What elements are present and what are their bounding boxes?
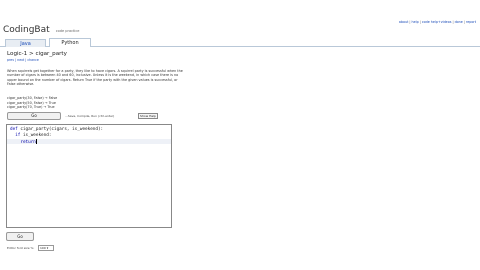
code-keyword: return bbox=[20, 139, 36, 145]
breadcrumb: prev | next | chance bbox=[7, 58, 39, 62]
brand[interactable]: CodingBat code practice bbox=[3, 17, 79, 36]
code-text: is_weekend: bbox=[22, 133, 52, 138]
problem-title: Logic-1 > cigar_party bbox=[7, 51, 67, 57]
code-keyword: if bbox=[15, 133, 23, 138]
link-chance[interactable]: chance bbox=[27, 58, 38, 62]
page: CodingBat code practice about|help|code … bbox=[0, 0, 480, 270]
code-text: cigar_party(cigars, is_weekend): bbox=[20, 127, 104, 132]
top-links: about|help|code help+videos|done|report bbox=[398, 20, 476, 24]
link-prev[interactable]: prev bbox=[7, 58, 14, 62]
problem-description: When squirrels get together for a party,… bbox=[7, 69, 183, 87]
font-size-select[interactable]: 100 ▾ bbox=[38, 244, 54, 251]
brand-name[interactable]: CodingBat bbox=[3, 25, 50, 35]
font-size-value: 100 bbox=[40, 245, 46, 250]
go-button-bottom[interactable]: Go bbox=[6, 232, 34, 241]
example-1: cigar_party(30, False) → False bbox=[7, 96, 58, 100]
code-line-3: return bbox=[10, 139, 37, 145]
show-help-button[interactable]: Show Help bbox=[138, 113, 158, 119]
link-about[interactable]: about bbox=[399, 20, 409, 24]
link-done[interactable]: done bbox=[455, 20, 463, 24]
code-editor[interactable]: def cigar_party(cigars, is_weekend): if … bbox=[6, 124, 172, 228]
code-line-1: def cigar_party(cigars, is_weekend): bbox=[10, 127, 103, 132]
tab-python[interactable]: Python bbox=[49, 38, 91, 47]
go-hint: ...Save, Compile, Run (ctrl-enter) bbox=[65, 114, 115, 118]
example-2: cigar_party(50, False) → True bbox=[7, 100, 56, 105]
go-button[interactable]: Go bbox=[7, 112, 61, 120]
chevron-down-icon: ▾ bbox=[46, 245, 49, 250]
tab-java[interactable]: Java bbox=[5, 39, 46, 47]
link-next[interactable]: next bbox=[17, 58, 24, 62]
brand-tagline: code practice bbox=[55, 29, 80, 33]
code-line-2: if is_weekend: bbox=[10, 133, 51, 138]
code-keyword: def bbox=[10, 127, 21, 132]
link-report[interactable]: report bbox=[466, 20, 476, 24]
example-3: cigar_party(70, True) → True bbox=[7, 105, 55, 109]
font-size-label: Editor font size %: bbox=[7, 246, 35, 250]
link-code-help-videos[interactable]: code help+videos bbox=[422, 20, 452, 24]
text-cursor bbox=[35, 139, 37, 144]
link-help[interactable]: help bbox=[412, 20, 419, 24]
